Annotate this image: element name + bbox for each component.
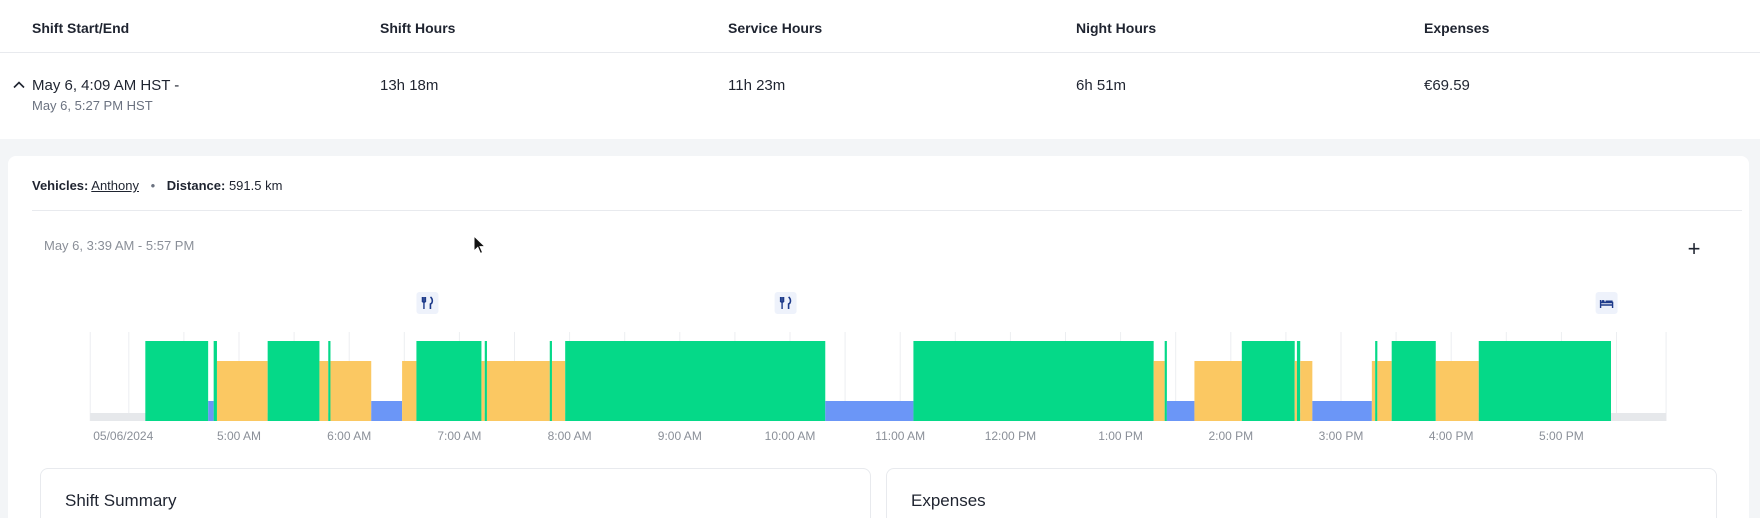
segment-driving[interactable] <box>1164 341 1167 421</box>
chevron-up-icon[interactable] <box>12 78 26 92</box>
segment-driving[interactable] <box>1241 341 1295 421</box>
shift-row[interactable]: May 6, 4:09 AM HST - May 6, 5:27 PM HST … <box>0 53 1760 139</box>
shift-hours-value: 13h 18m <box>380 77 439 94</box>
shift-summary-title: Shift Summary <box>65 491 177 510</box>
segment-on-duty[interactable] <box>1435 361 1479 421</box>
segment-driving[interactable] <box>484 341 487 421</box>
segment-off-duty[interactable] <box>1312 401 1372 421</box>
vehicles-label: Vehicles: <box>32 178 89 193</box>
shift-meta: Vehicles: Anthony • Distance: 591.5 km <box>32 178 282 193</box>
column-header-night-hours[interactable]: Night Hours <box>1076 20 1156 36</box>
vehicle-link[interactable]: Anthony <box>91 178 139 193</box>
tick-label: 4:00 PM <box>1429 429 1474 443</box>
expenses-value: €69.59 <box>1424 77 1470 94</box>
segment-on-duty[interactable] <box>402 361 417 421</box>
timeline-segments <box>145 341 1611 421</box>
segment-driving[interactable] <box>565 341 826 421</box>
divider <box>32 210 1742 211</box>
shift-end: May 6, 5:27 PM HST <box>32 98 153 113</box>
sleeper-berth-icon[interactable] <box>1595 292 1618 314</box>
segment-on-duty[interactable] <box>486 361 550 421</box>
meal-icon[interactable] <box>774 292 797 314</box>
segment-on-duty[interactable] <box>1377 361 1392 421</box>
expenses-title: Expenses <box>911 491 986 510</box>
column-header-shift-hours[interactable]: Shift Hours <box>380 20 455 36</box>
tick-label: 9:00 AM <box>658 429 702 443</box>
segment-on-duty[interactable] <box>481 361 485 421</box>
segment-on-duty[interactable] <box>1300 361 1313 421</box>
segment-off-duty[interactable] <box>371 401 403 421</box>
tick-label: 5:00 AM <box>217 429 261 443</box>
service-hours-value: 11h 23m <box>728 77 786 94</box>
tick-label: 11:00 AM <box>875 429 925 443</box>
column-header-expenses[interactable]: Expenses <box>1424 20 1489 36</box>
timeline-tick-labels: 05/06/2024 5:00 AM 6:00 AM 7:00 AM 8:00 AM 9:… <box>93 429 1584 443</box>
timeline-range: May 6, 3:39 AM - 5:57 PM <box>44 238 195 253</box>
shift-start: May 6, 4:09 AM HST - <box>32 77 180 94</box>
tick-label: 6:00 AM <box>327 429 371 443</box>
distance-label: Distance: <box>166 178 226 193</box>
tick-label: 1:00 PM <box>1098 429 1143 443</box>
segment-on-duty[interactable] <box>319 361 329 421</box>
timeline-markers <box>416 292 1618 314</box>
segment-off-duty[interactable] <box>825 401 914 421</box>
tick-label: 05/06/2024 <box>93 429 153 443</box>
column-header-shift-start-end[interactable]: Shift Start/End <box>32 20 129 36</box>
segment-on-duty[interactable] <box>1153 361 1165 421</box>
shifts-table-header: Shift Start/End Shift Hours Service Hour… <box>0 0 1760 53</box>
segment-driving[interactable] <box>213 341 217 421</box>
segment-on-duty[interactable] <box>1194 361 1242 421</box>
meta-separator: • <box>150 178 156 193</box>
segment-off-duty[interactable] <box>208 401 214 421</box>
tick-label: 3:00 PM <box>1319 429 1364 443</box>
tick-label: 10:00 AM <box>765 429 816 443</box>
segment-driving[interactable] <box>145 341 209 421</box>
segment-driving[interactable] <box>549 341 552 421</box>
segment-off-duty[interactable] <box>1166 401 1195 421</box>
meal-icon[interactable] <box>416 292 439 314</box>
segment-driving[interactable] <box>328 341 331 421</box>
segment-on-duty[interactable] <box>216 361 268 421</box>
tick-label: 5:00 PM <box>1539 429 1584 443</box>
distance-value: 591.5 km <box>228 178 283 193</box>
zoom-in-button[interactable]: + <box>1682 238 1706 262</box>
segment-on-duty[interactable] <box>1371 361 1376 421</box>
mouse-cursor-icon <box>473 235 487 255</box>
segment-driving[interactable] <box>416 341 482 421</box>
segment-on-duty[interactable] <box>551 361 566 421</box>
segment-driving[interactable] <box>913 341 1154 421</box>
expenses-card: Expenses <box>886 468 1717 518</box>
tick-label: 7:00 AM <box>437 429 481 443</box>
column-header-service-hours[interactable]: Service Hours <box>728 20 822 36</box>
segment-on-duty[interactable] <box>1294 361 1297 421</box>
segment-driving[interactable] <box>267 341 320 421</box>
segment-driving[interactable] <box>1296 341 1301 421</box>
tick-label: 12:00 PM <box>985 429 1036 443</box>
duty-status-timeline[interactable]: 05/06/2024 5:00 AM 6:00 AM 7:00 AM 8:00 AM 9:… <box>0 280 1760 460</box>
segment-on-duty[interactable] <box>330 361 372 421</box>
shift-summary-card: Shift Summary <box>40 468 871 518</box>
segment-driving[interactable] <box>1391 341 1436 421</box>
segment-driving[interactable] <box>1375 341 1378 421</box>
tick-label: 8:00 AM <box>548 429 592 443</box>
segment-driving[interactable] <box>1478 341 1611 421</box>
night-hours-value: 6h 51m <box>1076 77 1127 94</box>
tick-label: 2:00 PM <box>1208 429 1253 443</box>
